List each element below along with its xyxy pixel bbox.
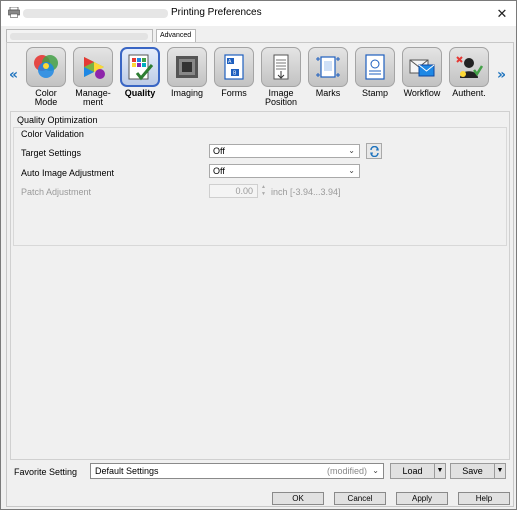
management-icon bbox=[73, 47, 113, 87]
color-validation-title: Color Validation bbox=[21, 129, 84, 139]
function-toolbar: « » Color Mode Manage- ment Quality Imag… bbox=[7, 45, 513, 111]
toolbar-stamp[interactable]: Stamp bbox=[352, 47, 398, 109]
tab-basic-redacted[interactable] bbox=[6, 29, 153, 43]
toolbar-label: Authent. bbox=[452, 88, 486, 98]
toolbar-label: Imaging bbox=[170, 88, 204, 98]
quality-icon bbox=[120, 47, 160, 87]
target-settings-label: Target Settings bbox=[21, 148, 82, 158]
toolbar-quality[interactable]: Quality bbox=[117, 47, 163, 109]
load-split-button: Load ▼ bbox=[390, 463, 446, 479]
toolbar-label: Color Mode bbox=[34, 88, 58, 107]
refresh-icon bbox=[369, 145, 379, 157]
patch-adjustment-unit: inch [-3.94...3.94] bbox=[271, 187, 341, 197]
toolbar-workflow[interactable]: Workflow bbox=[399, 47, 445, 109]
chevron-down-icon: ⌄ bbox=[348, 146, 355, 155]
favorite-setting-bar: Favorite Setting Default Settings (modif… bbox=[10, 461, 510, 483]
close-button[interactable]: ✕ bbox=[488, 1, 516, 26]
toolbar-management[interactable]: Manage- ment bbox=[70, 47, 116, 109]
chevron-down-icon: ⌄ bbox=[372, 466, 379, 475]
window-title: Printing Preferences bbox=[171, 7, 262, 18]
favorite-modified-indicator: (modified) bbox=[326, 466, 367, 476]
patch-adjustment-spinner[interactable]: ▲ ▼ bbox=[259, 184, 268, 198]
toolbar-authentication[interactable]: Authent. bbox=[446, 47, 492, 109]
stamp-icon bbox=[355, 47, 395, 87]
favorite-setting-label: Favorite Setting bbox=[14, 467, 78, 477]
toolbar-image-position[interactable]: Image Position bbox=[258, 47, 304, 109]
scroll-left-button[interactable]: « bbox=[9, 67, 18, 83]
quality-content: Quality Optimization Color Validation Ta… bbox=[10, 111, 510, 460]
advanced-panel: « » Color Mode Manage- ment Quality Imag… bbox=[6, 42, 514, 507]
ok-button[interactable]: OK bbox=[272, 492, 324, 505]
title-bar: Printing Preferences ✕ bbox=[1, 1, 516, 26]
load-button[interactable]: Load bbox=[391, 464, 434, 478]
save-button[interactable]: Save bbox=[451, 464, 494, 478]
forms-icon: A B bbox=[214, 47, 254, 87]
favorite-setting-select[interactable]: Default Settings (modified) ⌄ bbox=[90, 463, 384, 479]
svg-text:A: A bbox=[228, 59, 232, 65]
patch-adjustment-label: Patch Adjustment bbox=[21, 187, 92, 197]
marks-icon bbox=[308, 47, 348, 87]
toolbar-label: Image Position bbox=[264, 88, 298, 107]
printer-icon bbox=[8, 7, 20, 18]
toolbar-color-mode[interactable]: Color Mode bbox=[23, 47, 69, 109]
toolbar-marks[interactable]: Marks bbox=[305, 47, 351, 109]
toolbar-label: Forms bbox=[221, 88, 247, 98]
svg-text:B: B bbox=[233, 71, 237, 77]
image-position-icon bbox=[261, 47, 301, 87]
favorite-setting-value: Default Settings bbox=[95, 466, 159, 476]
printer-name-redacted bbox=[23, 9, 168, 18]
auto-image-adjustment-value: Off bbox=[213, 166, 225, 176]
load-dropdown-icon[interactable]: ▼ bbox=[434, 464, 445, 478]
patch-adjustment-input[interactable]: 0.00 bbox=[209, 184, 258, 198]
auto-image-adjustment-select[interactable]: Off ⌄ bbox=[209, 164, 360, 178]
workflow-icon bbox=[402, 47, 442, 87]
tab-advanced[interactable]: Advanced bbox=[156, 29, 196, 43]
toolbar-label: Stamp bbox=[361, 88, 388, 98]
authentication-icon bbox=[449, 47, 489, 87]
toolbar-imaging[interactable]: Imaging bbox=[164, 47, 210, 109]
scroll-right-button[interactable]: » bbox=[497, 67, 506, 83]
toolbar-label: Workflow bbox=[403, 88, 441, 98]
toolbar-label: Marks bbox=[315, 88, 341, 98]
help-button[interactable]: Help bbox=[458, 492, 510, 505]
save-split-button: Save ▼ bbox=[450, 463, 506, 479]
target-settings-value: Off bbox=[213, 146, 225, 156]
cancel-button[interactable]: Cancel bbox=[334, 492, 386, 505]
save-dropdown-icon[interactable]: ▼ bbox=[494, 464, 505, 478]
toolbar-forms[interactable]: A B Forms bbox=[211, 47, 257, 109]
auto-image-adjustment-label: Auto Image Adjustment bbox=[21, 168, 115, 178]
color-mode-icon bbox=[26, 47, 66, 87]
printing-preferences-window: Printing Preferences ✕ Advanced « » Colo bbox=[0, 0, 517, 510]
apply-button[interactable]: Apply bbox=[396, 492, 448, 505]
toolbar-label: Quality bbox=[124, 88, 156, 98]
chevron-down-icon: ⌄ bbox=[348, 166, 355, 175]
refresh-button[interactable] bbox=[366, 143, 382, 159]
imaging-icon bbox=[167, 47, 207, 87]
toolbar-label: Manage- ment bbox=[75, 88, 111, 107]
target-settings-select[interactable]: Off ⌄ bbox=[209, 144, 360, 158]
quality-optimization-title: Quality Optimization bbox=[17, 115, 98, 125]
